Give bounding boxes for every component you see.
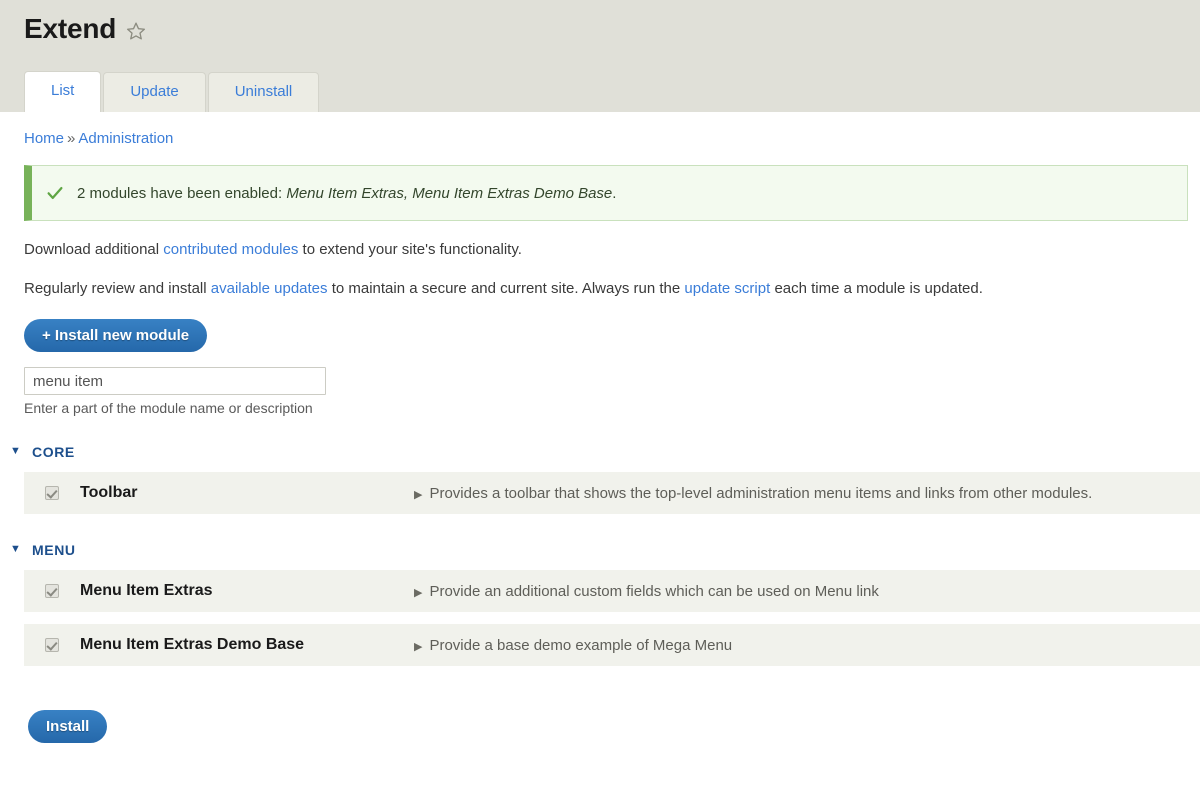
triangle-right-icon[interactable]: ▶ [414,489,422,501]
install-submit-wrap: Install [0,666,1200,743]
group-header-core[interactable]: ▼ CORE [0,444,1200,460]
module-enable-checkbox-cell [24,486,80,500]
status-message-text: 2 modules have been enabled: Menu Item E… [77,185,616,202]
status-suffix: . [612,184,617,202]
tab-uninstall[interactable]: Uninstall [207,72,320,112]
module-enable-checkbox[interactable] [45,638,59,652]
install-new-module-button[interactable]: + Install new module [24,319,208,352]
intro-line-1-part-b: to extend your site's functionality. [298,241,522,258]
module-enable-checkbox-cell [24,584,80,598]
module-name: Menu Item Extras [80,582,213,599]
available-updates-link[interactable]: available updates [211,280,328,297]
module-group-menu: ▼ MENU Menu Item Extras ▶ Provide an add… [0,542,1200,666]
chevron-down-icon: ▼ [10,445,22,457]
intro-text: Download additional contributed modules … [0,239,1200,299]
intro-line-1: Download additional contributed modules … [24,239,1176,260]
module-enable-checkbox[interactable] [45,486,59,500]
module-filter-description: Enter a part of the module name or descr… [24,400,313,416]
module-description-text: Provide an additional custom fields whic… [429,582,879,600]
module-description: ▶ Provides a toolbar that shows the top-… [414,485,1200,502]
breadcrumb-item-home[interactable]: Home [24,130,64,147]
main-content: Home» Administration 2 modules have been … [0,112,1200,743]
install-new-module-wrap: + Install new module [0,299,1200,352]
install-button[interactable]: Install [28,710,108,743]
table-row: Menu Item Extras Demo Base ▶ Provide a b… [24,624,1200,666]
status-prefix: 2 modules have been enabled: [77,184,287,202]
triangle-right-icon[interactable]: ▶ [414,641,422,653]
group-header-menu[interactable]: ▼ MENU [0,542,1200,558]
module-description-text: Provides a toolbar that shows the top-le… [429,484,1093,502]
table-row: Menu Item Extras ▶ Provide an additional… [24,570,1200,612]
module-group-core: ▼ CORE Toolbar ▶ Provides a toolbar that… [0,444,1200,514]
page-title: Extend [24,13,117,44]
module-description: ▶ Provide an additional custom fields wh… [414,583,1200,600]
module-filter-wrap: Enter a part of the module name or descr… [0,352,1200,416]
module-name: Menu Item Extras Demo Base [80,636,305,653]
module-description-text: Provide a base demo example of Mega Menu [429,636,733,654]
status-message: 2 modules have been enabled: Menu Item E… [24,165,1188,221]
module-enable-checkbox[interactable] [45,584,59,598]
primary-tabs: List Update Uninstall [24,71,321,112]
page-header: Extend List Update Uninstall [0,0,1200,112]
intro-line-2-part-b: to maintain a secure and current site. A… [327,280,685,297]
status-module-list: Menu Item Extras, Menu Item Extras Demo … [286,184,613,202]
table-row: Toolbar ▶ Provides a toolbar that shows … [24,472,1200,514]
tab-list[interactable]: List [24,71,102,112]
module-name: Toolbar [80,484,138,501]
tab-update[interactable]: Update [103,72,206,112]
module-enable-checkbox-cell [24,638,80,652]
breadcrumb: Home» Administration [0,112,1200,147]
group-label-core: CORE [32,444,75,460]
triangle-right-icon[interactable]: ▶ [414,587,422,599]
group-label-menu: MENU [32,542,76,558]
intro-line-2-part-c: each time a module is updated. [770,280,983,297]
chevron-down-icon: ▼ [10,543,22,555]
intro-line-1-part-a: Download additional [24,241,164,258]
update-script-link[interactable]: update script [684,280,770,297]
check-icon [46,184,64,202]
module-description: ▶ Provide a base demo example of Mega Me… [414,637,1200,654]
contributed-modules-link[interactable]: contributed modules [163,241,298,258]
breadcrumb-separator: » [67,130,76,147]
breadcrumb-item-administration[interactable]: Administration [78,130,173,147]
intro-line-2-part-a: Regularly review and install [24,280,211,297]
intro-line-2: Regularly review and install available u… [24,278,1176,299]
module-filter-input[interactable] [24,367,326,395]
star-outline-icon[interactable] [126,21,146,41]
page-title-row: Extend [0,0,1200,45]
